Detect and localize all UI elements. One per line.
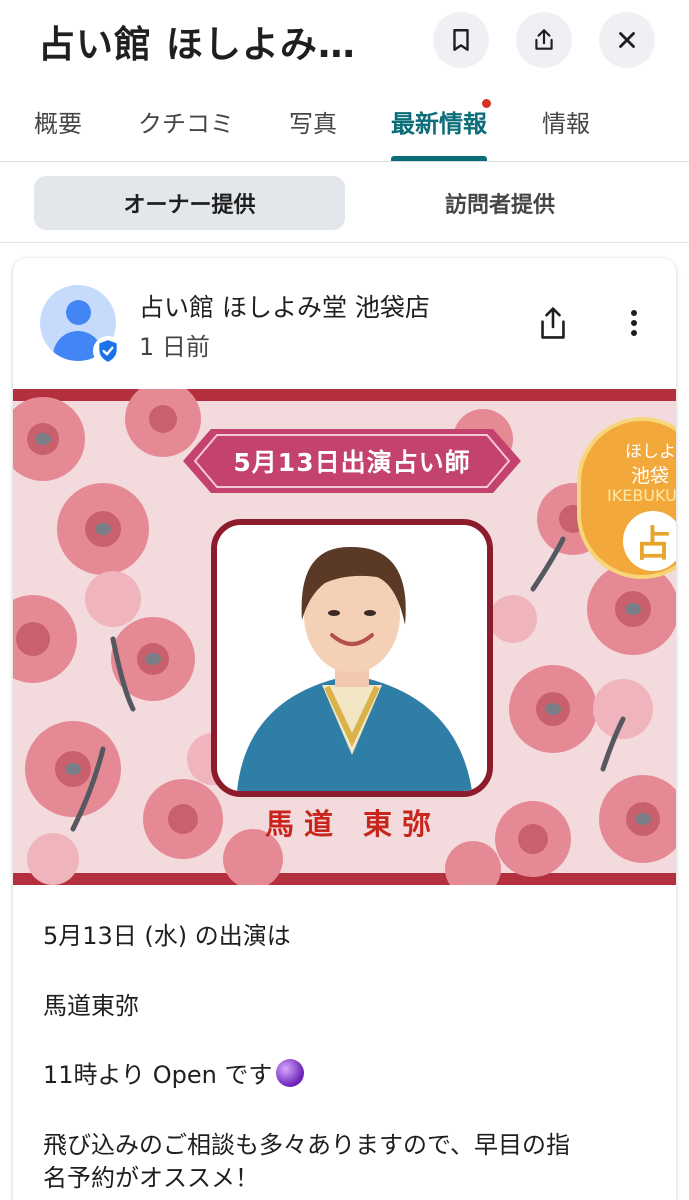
avatar-head bbox=[66, 300, 91, 325]
badge-text-3: IKEBUKU bbox=[607, 486, 676, 505]
segment-owner[interactable]: オーナー提供 bbox=[34, 176, 345, 230]
tab-overview[interactable]: 概要 bbox=[34, 104, 82, 139]
close-button[interactable] bbox=[599, 12, 655, 68]
bookmark-button[interactable] bbox=[433, 12, 489, 68]
tab-bar: 概要 クチコミ 写真 最新情報 情報 bbox=[0, 92, 689, 162]
header: 占い館 ほしよみ… bbox=[0, 0, 689, 82]
page-title: 占い館 ほしよみ… bbox=[38, 23, 356, 66]
tab-reviews[interactable]: クチコミ bbox=[138, 104, 234, 139]
post-timestamp: 1 日前 bbox=[139, 333, 210, 361]
verified-badge bbox=[93, 336, 123, 366]
post-text-line: 5月13日 (水) の出演は bbox=[43, 922, 291, 950]
more-vertical-icon bbox=[631, 310, 637, 336]
performer-photo bbox=[211, 519, 493, 797]
store-logo-badge: ほしよみ 池袋 IKEBUKU 占 bbox=[577, 417, 676, 579]
active-tab-indicator bbox=[391, 156, 487, 161]
performer-name: 馬道 東弥 bbox=[264, 807, 442, 841]
banner: 5月13日出演占い師 bbox=[183, 429, 521, 493]
post-text-line: 馬道東弥 bbox=[43, 992, 139, 1020]
share-button[interactable] bbox=[516, 12, 572, 68]
post-text-line: 名予約がオススメ！ bbox=[43, 1164, 259, 1192]
tab-updates[interactable]: 最新情報 bbox=[391, 104, 487, 139]
notification-dot bbox=[482, 99, 491, 108]
post-text-line: 11時より Open です bbox=[43, 1055, 305, 1090]
business-name[interactable]: 占い館 ほしよみ堂 池袋店 bbox=[139, 288, 430, 324]
open-time-text: 11時より Open です bbox=[43, 1061, 273, 1089]
post-image[interactable]: 5月13日出演占い師 馬道 東弥 ほしよみ 池袋 IKEBUKU 占 bbox=[13, 389, 676, 885]
badge-text-2: 池袋 bbox=[631, 465, 670, 487]
bookmark-icon bbox=[453, 29, 469, 51]
post-text-line: 飛び込みのご相談も多々ありますので、早目の指 bbox=[43, 1131, 571, 1159]
banner-text: 5月13日出演占い師 bbox=[233, 448, 471, 477]
post-card: 占い館 ほしよみ堂 池袋店 1 日前 5月13日出演占い師 馬道 東弥 ほしよ … bbox=[13, 258, 676, 1200]
tab-about[interactable]: 情報 bbox=[542, 104, 590, 139]
divider bbox=[0, 242, 689, 243]
portrait bbox=[217, 525, 487, 791]
verified-shield-icon bbox=[99, 340, 117, 362]
post-share-button[interactable] bbox=[533, 303, 573, 343]
share-icon bbox=[541, 307, 565, 339]
badge-kanji: 占 bbox=[623, 511, 676, 571]
post-more-button[interactable] bbox=[619, 303, 649, 343]
segment-visitor[interactable]: 訪問者提供 bbox=[345, 176, 655, 230]
crystal-ball-icon bbox=[276, 1059, 305, 1087]
close-icon bbox=[619, 32, 635, 48]
share-icon bbox=[535, 29, 553, 50]
badge-text-1: ほしよみ bbox=[625, 442, 676, 462]
tab-photos[interactable]: 写真 bbox=[289, 104, 337, 139]
